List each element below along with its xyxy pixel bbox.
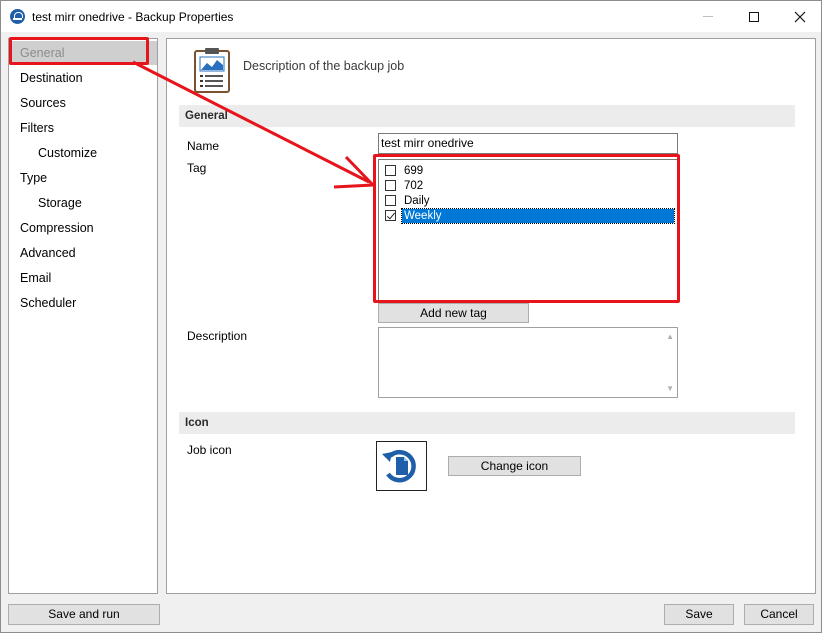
general-panel: Description of the backup job General Na… — [166, 38, 816, 594]
section-general-header: General — [179, 105, 795, 127]
save-button[interactable]: Save — [664, 604, 734, 625]
add-new-tag-button[interactable]: Add new tag — [378, 303, 529, 323]
cancel-button[interactable]: Cancel — [744, 604, 814, 625]
job-icon-preview — [376, 441, 427, 491]
maximize-icon — [749, 11, 759, 22]
sidebar-item-type[interactable]: Type — [9, 166, 157, 190]
sidebar-item-sources[interactable]: Sources — [9, 91, 157, 115]
minimize-button[interactable] — [685, 1, 731, 32]
sidebar-nav: General Destination Sources Filters Customiz… — [8, 38, 158, 594]
panel-description: Description of the backup job — [243, 59, 405, 73]
scroll-down-icon[interactable]: ▼ — [666, 384, 674, 393]
clipboard-chart-icon — [194, 48, 230, 93]
section-icon-header: Icon — [179, 412, 795, 434]
sidebar-item-customize[interactable]: Customize — [9, 141, 157, 165]
description-textarea[interactable]: ▲ ▼ — [378, 327, 678, 398]
sidebar-item-filters[interactable]: Filters — [9, 116, 157, 140]
restore-document-icon — [382, 449, 416, 483]
name-label: Name — [187, 139, 220, 153]
annotation-highlight-general — [9, 37, 149, 65]
sidebar-item-storage[interactable]: Storage — [9, 191, 157, 215]
tag-label: Tag — [187, 161, 207, 175]
change-icon-button[interactable]: Change icon — [448, 456, 581, 476]
annotation-highlight-tags — [373, 154, 680, 303]
job-icon-label: Job icon — [187, 443, 232, 457]
minimize-icon — [703, 16, 713, 17]
close-button[interactable] — [777, 1, 822, 32]
maximize-button[interactable] — [731, 1, 777, 32]
close-icon — [794, 11, 806, 22]
sidebar-item-destination[interactable]: Destination — [9, 66, 157, 90]
app-backup-icon — [10, 9, 25, 24]
sidebar-item-email[interactable]: Email — [9, 266, 157, 290]
sidebar-item-advanced[interactable]: Advanced — [9, 241, 157, 265]
window-title: test mirr onedrive - Backup Properties — [32, 10, 234, 24]
title-bar: test mirr onedrive - Backup Properties — [1, 1, 821, 32]
description-label: Description — [187, 329, 248, 343]
backup-properties-window: test mirr onedrive - Backup Properties G… — [0, 0, 822, 633]
scroll-up-icon[interactable]: ▲ — [666, 332, 674, 341]
sidebar-item-scheduler[interactable]: Scheduler — [9, 291, 157, 315]
sidebar-item-compression[interactable]: Compression — [9, 216, 157, 240]
name-input[interactable]: test mirr onedrive — [378, 133, 678, 154]
save-and-run-button[interactable]: Save and run — [8, 604, 160, 625]
